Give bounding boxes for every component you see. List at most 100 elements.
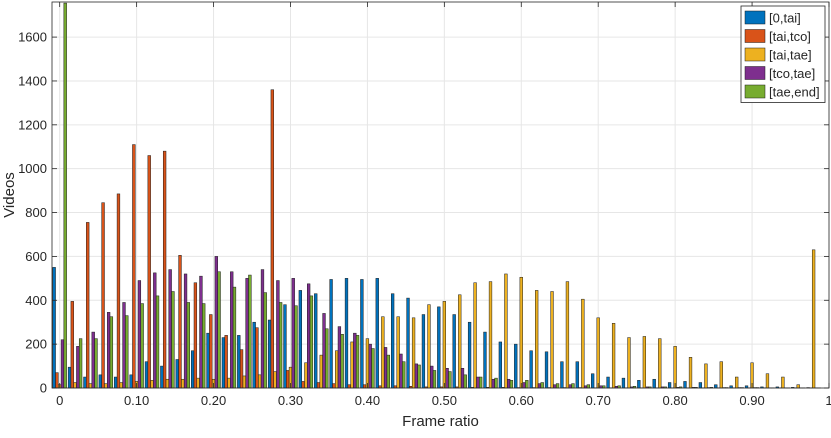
bar bbox=[125, 316, 128, 388]
bar bbox=[89, 384, 92, 388]
bar bbox=[284, 305, 287, 388]
bar bbox=[132, 145, 135, 388]
bar bbox=[566, 282, 569, 388]
bar bbox=[551, 292, 554, 389]
bar bbox=[256, 328, 259, 388]
y-tick-label: 1600 bbox=[18, 30, 47, 45]
legend: [0,tai][tai,tco][tai,tae][tco,tae][tae,e… bbox=[741, 6, 825, 103]
bar bbox=[576, 362, 579, 388]
bar bbox=[160, 366, 163, 388]
bar bbox=[310, 296, 313, 388]
bar bbox=[172, 292, 175, 389]
bar bbox=[338, 327, 341, 388]
bar bbox=[320, 355, 323, 388]
x-tick-label: 0.70 bbox=[586, 393, 611, 408]
bar bbox=[812, 250, 815, 388]
bar bbox=[479, 377, 482, 388]
bar bbox=[538, 384, 541, 388]
bar bbox=[169, 270, 172, 388]
bar bbox=[335, 351, 338, 388]
bar bbox=[525, 380, 528, 388]
bar bbox=[184, 274, 187, 388]
bar bbox=[628, 338, 631, 388]
bar bbox=[400, 354, 403, 388]
bar bbox=[351, 342, 354, 388]
bar bbox=[449, 372, 452, 388]
bar bbox=[684, 381, 687, 388]
bar bbox=[156, 296, 159, 388]
legend-swatch bbox=[745, 48, 765, 61]
bar bbox=[141, 304, 144, 388]
bar bbox=[453, 315, 456, 388]
bar bbox=[110, 317, 113, 388]
y-tick-label: 1400 bbox=[18, 73, 47, 88]
bar bbox=[325, 329, 328, 388]
bar bbox=[230, 272, 233, 388]
bar bbox=[261, 270, 264, 388]
bar bbox=[84, 377, 87, 388]
y-tick-label: 400 bbox=[25, 293, 47, 308]
x-tick-label: 0.30 bbox=[278, 393, 303, 408]
bar bbox=[215, 256, 218, 388]
bar bbox=[612, 323, 615, 388]
bar bbox=[166, 379, 169, 388]
bar bbox=[402, 362, 405, 388]
y-axis-label: Videos bbox=[1, 172, 18, 218]
bar bbox=[74, 383, 77, 388]
bar bbox=[489, 282, 492, 388]
bar bbox=[720, 362, 723, 388]
bar bbox=[246, 278, 249, 388]
bar bbox=[202, 304, 205, 388]
bar bbox=[323, 313, 326, 388]
bar bbox=[387, 355, 390, 388]
bar bbox=[668, 383, 671, 388]
bar bbox=[484, 332, 487, 388]
bar bbox=[458, 295, 461, 388]
y-tick-label: 200 bbox=[25, 337, 47, 352]
x-tick-label: 0.60 bbox=[509, 393, 534, 408]
bar bbox=[360, 279, 363, 388]
bar bbox=[735, 377, 738, 388]
bar bbox=[148, 156, 151, 388]
bar bbox=[530, 351, 533, 388]
legend-swatch bbox=[745, 67, 765, 80]
bar bbox=[317, 383, 320, 388]
y-tick-label: 1200 bbox=[18, 117, 47, 132]
bar bbox=[264, 293, 267, 388]
bar bbox=[286, 370, 289, 388]
bar bbox=[658, 339, 661, 388]
bar bbox=[581, 299, 584, 388]
bar bbox=[163, 151, 166, 388]
bar bbox=[151, 380, 154, 388]
bar bbox=[99, 375, 102, 388]
legend-label: [0,tai] bbox=[769, 11, 801, 26]
legend-swatch bbox=[745, 85, 765, 98]
bar bbox=[422, 315, 425, 388]
bar bbox=[274, 372, 277, 388]
bar bbox=[194, 283, 197, 388]
bar bbox=[523, 383, 526, 388]
bar bbox=[153, 273, 156, 388]
bar bbox=[520, 277, 523, 388]
legend-label: [tae,end] bbox=[769, 85, 820, 100]
bar bbox=[474, 283, 477, 388]
bar bbox=[341, 334, 344, 388]
bar bbox=[279, 302, 282, 388]
bar bbox=[366, 339, 369, 388]
bar bbox=[674, 346, 677, 388]
bar bbox=[332, 384, 335, 388]
x-tick-label: 0.20 bbox=[201, 393, 226, 408]
bar bbox=[64, 3, 67, 388]
bar bbox=[307, 284, 310, 388]
bar bbox=[95, 339, 98, 388]
bar bbox=[535, 290, 538, 388]
bar bbox=[209, 315, 212, 388]
bar bbox=[222, 338, 225, 388]
bar bbox=[302, 381, 305, 388]
bar bbox=[295, 306, 298, 388]
bar bbox=[369, 344, 372, 388]
bar bbox=[145, 362, 148, 388]
bar bbox=[71, 301, 74, 388]
bar bbox=[464, 375, 467, 388]
bar bbox=[505, 274, 508, 388]
